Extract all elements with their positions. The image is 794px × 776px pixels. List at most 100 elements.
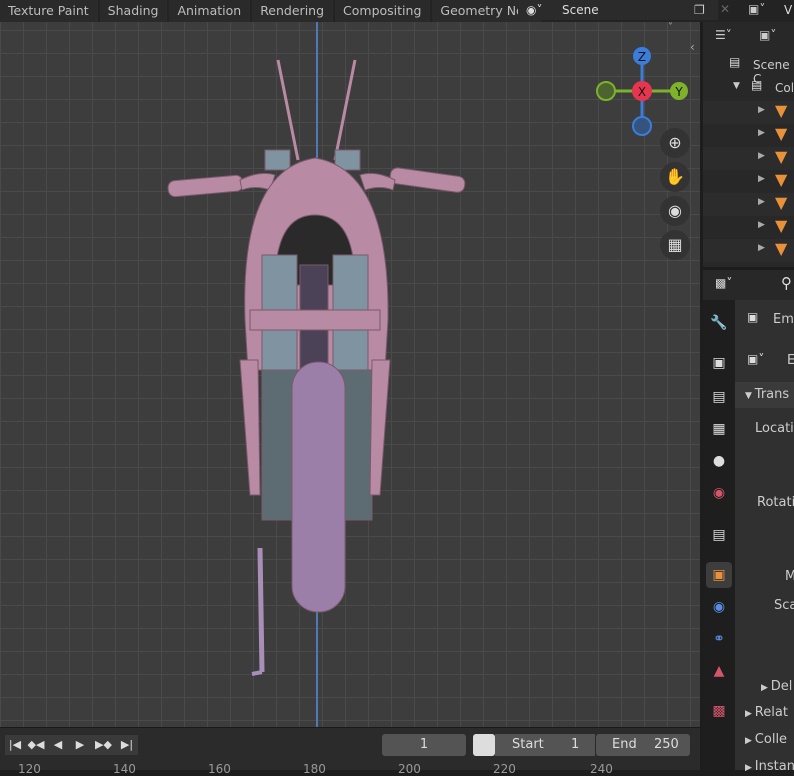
- neg-x-handle: [596, 81, 616, 101]
- outliner-object-row[interactable]: ▶ ▼: [703, 216, 794, 239]
- expand-icon: ▼: [745, 391, 755, 401]
- display-mode-icon[interactable]: ☰˅: [715, 28, 732, 42]
- mesh-object-icon: ▼: [775, 216, 788, 235]
- tab-texture-paint[interactable]: Texture Paint: [0, 0, 98, 22]
- location-label: Locatio: [755, 421, 794, 436]
- 3d-viewport[interactable]: Z Y X ⊕ ✋ ◉ ▦ ‹ ˅: [0, 22, 700, 727]
- tick-label: 120: [18, 762, 41, 776]
- object-tab-icon[interactable]: ▣: [706, 562, 732, 588]
- tab-animation[interactable]: Animation: [169, 0, 251, 22]
- outliner-object-row[interactable]: ▶ ▼: [703, 101, 794, 124]
- editor-type-icon[interactable]: ▩˅: [715, 276, 732, 290]
- data-tab-icon[interactable]: ▲: [706, 658, 732, 684]
- scene-collection-row[interactable]: ▤ Scene C: [703, 55, 794, 86]
- empty-object-icon: ▣: [747, 310, 759, 324]
- output-tab-icon[interactable]: ▤: [706, 384, 732, 410]
- instancing-panel[interactable]: ▶ Instan: [745, 759, 794, 774]
- delete-scene-icon[interactable]: ✕: [720, 2, 730, 16]
- transform-panel-header[interactable]: ▼ Trans: [745, 387, 789, 402]
- outliner-object-row[interactable]: ▶ ▼: [703, 239, 794, 262]
- tab-compositing[interactable]: Compositing: [335, 0, 431, 22]
- outliner-object-row[interactable]: ▶ ▼: [703, 170, 794, 193]
- relations-panel[interactable]: ▶ Relat: [745, 705, 788, 720]
- header-collapse-icon[interactable]: ˅: [668, 22, 673, 33]
- properties-editor: ▩˅ ⚲ 🔧 ▣ ▤ ▦ ● ◉ ▤ ▣ ◉ ⚭ ▲ ▩ ▣ Emp ▣˅ E …: [703, 270, 794, 774]
- world-tab-icon[interactable]: ◉: [706, 480, 732, 506]
- scene-icon: ◉˅: [526, 3, 543, 17]
- outliner-object-row[interactable]: ▶ ▼: [703, 193, 794, 216]
- z-label: Z: [638, 50, 646, 64]
- tab-shading[interactable]: Shading: [99, 0, 168, 22]
- render-tab-icon[interactable]: ▣: [706, 350, 732, 376]
- tool-tab-icon[interactable]: 🔧: [706, 310, 732, 336]
- instancing-label: Instan: [754, 759, 794, 774]
- mesh-object-icon: ▼: [775, 193, 788, 212]
- collection-tab-icon[interactable]: ▤: [706, 522, 732, 548]
- expand-icon[interactable]: ▶: [758, 174, 765, 184]
- view-layer-tab-icon[interactable]: ▦: [706, 416, 732, 442]
- expand-icon[interactable]: ▶: [758, 105, 765, 115]
- x-label: X: [638, 85, 646, 99]
- jump-start-button[interactable]: |◀: [5, 735, 25, 755]
- camera-icon[interactable]: ◉: [660, 196, 690, 226]
- mesh-object-icon: ▼: [775, 239, 788, 258]
- expand-icon[interactable]: ▶: [758, 243, 765, 253]
- timeline: |◀ ◆◀ ◀ ▶ ▶◆ ▶| 1 Start 1 End 250 120 14…: [0, 727, 700, 776]
- tick-label: 140: [113, 762, 136, 776]
- physics-tab-icon[interactable]: ◉: [706, 594, 732, 620]
- mesh-object-icon: ▼: [775, 170, 788, 189]
- collection-row[interactable]: ▼ ▤ Col: [703, 78, 794, 101]
- expand-icon[interactable]: ▼: [733, 81, 740, 91]
- jump-end-button[interactable]: ▶|: [116, 735, 138, 755]
- mesh-object-icon: ▼: [775, 147, 788, 166]
- current-frame-field[interactable]: 1: [382, 734, 466, 756]
- end-value: 250: [654, 737, 679, 752]
- constraints-tab-icon[interactable]: ⚭: [706, 626, 732, 652]
- scale-label: Sca: [774, 598, 794, 613]
- zoom-in-icon[interactable]: ⊕: [660, 128, 690, 158]
- scene-tab-icon[interactable]: ●: [706, 448, 732, 474]
- hand-pan-icon[interactable]: ✋: [660, 162, 690, 192]
- mesh-object-icon: ▼: [775, 124, 788, 143]
- view-layer-icon[interactable]: ▣˅: [748, 2, 765, 16]
- filter-icon[interactable]: ▣˅: [759, 28, 776, 42]
- end-frame-field[interactable]: End 250: [596, 734, 690, 756]
- collection-label: Col: [775, 81, 794, 95]
- search-icon[interactable]: ⚲: [781, 274, 792, 292]
- outliner-object-row[interactable]: ▶ ▼: [703, 147, 794, 170]
- next-keyframe-button[interactable]: ▶◆: [91, 735, 116, 755]
- data-name-field[interactable]: E: [787, 353, 794, 368]
- delta-transform-panel[interactable]: ▶ Del: [761, 679, 792, 694]
- expand-icon[interactable]: ▶: [758, 220, 765, 230]
- play-reverse-button[interactable]: ◀: [47, 735, 69, 755]
- tab-rendering[interactable]: Rendering: [252, 0, 334, 22]
- grid-icon[interactable]: ▦: [660, 230, 690, 260]
- tick-label: 200: [398, 762, 421, 776]
- start-label: Start: [512, 737, 544, 752]
- collection-icon: ▤: [729, 55, 741, 69]
- texture-tab-icon[interactable]: ▩: [706, 698, 732, 724]
- navigation-gizmo[interactable]: Z Y X: [590, 34, 700, 144]
- neg-z-handle: [632, 116, 652, 136]
- play-button[interactable]: ▶: [69, 735, 91, 755]
- view-layer-name[interactable]: V: [784, 3, 792, 17]
- start-value: 1: [571, 737, 580, 752]
- sidebar-toggle-icon[interactable]: ‹: [690, 40, 695, 54]
- scene-selector[interactable]: ◉˅ Scene ❐: [518, 0, 718, 20]
- collections-panel[interactable]: ▶ Colle: [745, 732, 787, 747]
- object-name-field[interactable]: Emp: [773, 312, 794, 327]
- collection-icon: ▤: [751, 78, 763, 92]
- data-selector-icon[interactable]: ▣˅: [747, 352, 764, 366]
- mesh-object-icon: ▼: [775, 101, 788, 120]
- rotation-label: Rotatio: [757, 495, 794, 510]
- outliner-object-row[interactable]: ▶ ▼: [703, 124, 794, 147]
- start-frame-field[interactable]: Start 1: [495, 734, 595, 756]
- expand-icon[interactable]: ▶: [758, 128, 765, 138]
- prev-keyframe-button[interactable]: ◆◀: [25, 735, 47, 755]
- outliner: ☰˅ ▣˅ ▤ Scene C ▼ ▤ Col ▶ ▼ ▶ ▼ ▶ ▼ ▶ ▼ ▶ ▼ ▶ ▼ ▶ ▼: [703, 22, 794, 267]
- expand-icon[interactable]: ▶: [758, 151, 765, 161]
- expand-icon[interactable]: ▶: [758, 197, 765, 207]
- new-scene-icon[interactable]: ❐: [694, 3, 705, 17]
- scene-name[interactable]: Scene: [562, 3, 599, 17]
- preview-range-icon[interactable]: [473, 734, 495, 756]
